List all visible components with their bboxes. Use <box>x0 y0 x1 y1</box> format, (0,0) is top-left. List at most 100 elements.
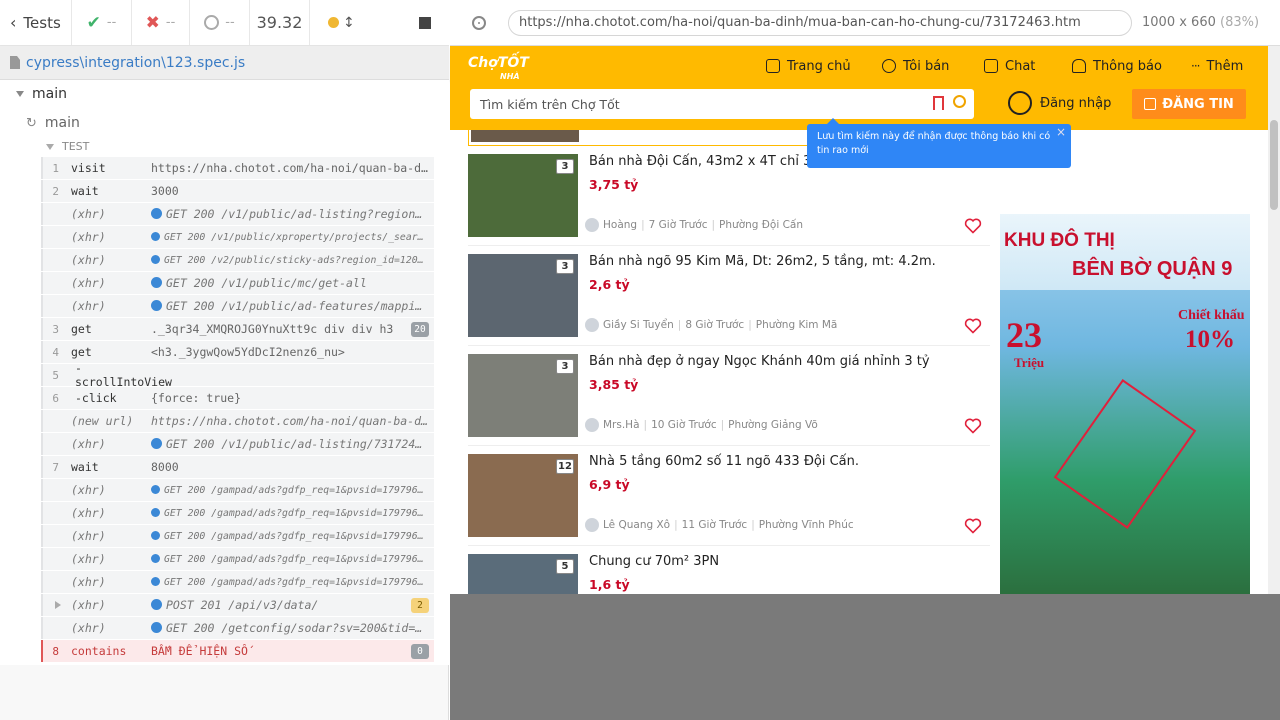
page-scrollbar[interactable] <box>1268 46 1280 594</box>
command-message: GET 200 /gampad/ads?gdfp_req=1&pvsid=179… <box>151 553 434 565</box>
image-count-badge: 12 <box>556 459 574 474</box>
listing-thumbnail[interactable]: 3 <box>468 154 578 237</box>
logo-subtext: NHÀ <box>500 72 520 81</box>
command-message: BẤM ĐỂ HIỆN SỐ <box>151 644 434 658</box>
listing-item[interactable]: 3 Bán nhà ngõ 95 Kim Mã, Dt: 26m2, 5 tầng… <box>468 246 990 346</box>
command-message-text: 8000 <box>151 460 179 474</box>
edit-icon <box>1144 98 1157 110</box>
nav-label: Tôi bán <box>903 58 950 74</box>
listing-item[interactable]: 12 Nhà 5 tầng 60m2 số 11 ngõ 433 Đội Cấn.… <box>468 446 990 546</box>
login-button[interactable]: Đăng nhập <box>1008 91 1111 115</box>
banner-price: 23 <box>1006 315 1042 355</box>
url-bar[interactable]: https://nha.chotot.com/ha-noi/quan-ba-di… <box>508 9 1132 36</box>
listing-thumbnail[interactable]: 3 <box>468 354 578 437</box>
viewport-info[interactable]: 1000 x 660 (83%) <box>1142 15 1259 30</box>
command-row[interactable]: 6 -click {force: true} <box>41 387 434 409</box>
command-event-row[interactable]: (xhr) POST 201 /api/v3/data/2 <box>41 594 434 616</box>
nav-sell[interactable]: Tôi bán <box>882 56 949 76</box>
check-icon: ✔ <box>86 12 101 33</box>
selector-playground-button[interactable] <box>450 15 508 30</box>
dots-icon: ··· <box>1191 59 1201 73</box>
command-row[interactable]: 2 wait 3000 <box>41 180 434 202</box>
command-row[interactable]: 1 visit https://nha.chotot.com/ha-noi/quan… <box>41 157 434 179</box>
listing-item[interactable]: 5 Chung cư 70m² 3PN 1,6 tỷ <box>468 546 990 594</box>
suite-root[interactable]: main <box>16 86 67 102</box>
command-message-text: https://nha.chotot.com/ha-noi/quan-ba-di… <box>151 161 434 175</box>
bookmark-icon[interactable] <box>933 96 944 110</box>
command-message-text: GET 200 /gampad/ads?gdfp_req=1&pvsid=179… <box>164 530 434 542</box>
command-row[interactable]: 7 wait 8000 <box>41 456 434 478</box>
bell-icon <box>1072 59 1086 73</box>
command-event-row[interactable]: (new url) https://nha.chotot.com/ha-noi/q… <box>41 410 434 432</box>
command-event-row[interactable]: (xhr) GET 200 /getconfig/sodar?sv=200&tid… <box>41 617 434 639</box>
command-event-row[interactable]: (xhr) GET 200 /v1/public/ad-listing/73172… <box>41 433 434 455</box>
command-row[interactable]: 4 get <h3._3ygwQow5YdDcI2nenz6_nu> <box>41 341 434 363</box>
chevron-left-icon: ‹ <box>10 13 17 32</box>
command-event-row[interactable]: (xhr) GET 200 /v1/public/ad-listing?regio… <box>41 203 434 225</box>
seller-name: Hoàng <box>603 219 638 231</box>
listing-title[interactable]: Chung cư 70m² 3PN <box>589 554 719 569</box>
listing-thumbnail[interactable]: 3 <box>468 254 578 337</box>
xhr-status-icon <box>151 300 162 311</box>
spec-path[interactable]: cypress\integration\123.spec.js <box>26 55 245 71</box>
listing-price: 6,9 tỷ <box>589 477 630 492</box>
auto-scroll-toggle[interactable]: ↕ <box>328 15 355 31</box>
command-message-text: POST 201 /api/v3/data/ <box>166 598 319 612</box>
posted-time: 8 Giờ Trước <box>685 319 745 331</box>
post-ad-button[interactable]: ĐĂNG TIN <box>1132 89 1246 119</box>
heart-icon[interactable] <box>964 318 982 334</box>
search-icon[interactable] <box>953 95 966 108</box>
chotot-logo[interactable]: ChợTỐT NHÀ <box>468 56 529 84</box>
command-name: -click <box>75 391 117 405</box>
command-event-row[interactable]: (xhr) GET 200 /gampad/ads?gdfp_req=1&pvsi… <box>41 479 434 501</box>
listing-price: 1,6 tỷ <box>589 577 630 592</box>
listing-item[interactable]: 3 Bán nhà đẹp ở ngay Ngọc Khánh 40m giá n… <box>468 346 990 446</box>
command-event-row[interactable]: (xhr) GET 200 /gampad/ads?gdfp_req=1&pvsi… <box>41 571 434 593</box>
command-event-row[interactable]: (xhr) GET 200 /v1/public/ad-features/mapp… <box>41 295 434 317</box>
listing-title[interactable]: Nhà 5 tầng 60m2 số 11 ngõ 433 Đội Cấn. <box>589 454 859 469</box>
scrollbar-thumb[interactable] <box>1270 120 1278 210</box>
suite-child[interactable]: ↻ main <box>26 115 80 131</box>
nav-home[interactable]: Trang chủ <box>766 56 851 76</box>
listing-meta: Hoàng | 7 Giờ Trước | Phường Đội Cấn <box>585 218 803 232</box>
tests-button[interactable]: ‹ Tests <box>0 0 72 45</box>
command-event-row[interactable]: (xhr) GET 200 /gampad/ads?gdfp_req=1&pvsi… <box>41 525 434 547</box>
nav-label: Trang chủ <box>787 58 851 74</box>
command-message: 8000 <box>151 460 434 474</box>
ad-banner[interactable]: KHU ĐÔ THỊ BÊN BỜ QUẬN 9 23 Triệu Chiết … <box>1000 214 1250 594</box>
listing-title[interactable]: Bán nhà ngõ 95 Kim Mã, Dt: 26m2, 5 tầng,… <box>589 254 936 269</box>
command-name: (new url) <box>71 414 134 428</box>
nav-notifications[interactable]: Thông báo <box>1072 56 1162 76</box>
command-row[interactable]: 8 contains BẤM ĐỂ HIỆN SỐ 0 <box>41 640 434 662</box>
heart-icon[interactable] <box>964 518 982 534</box>
command-event-row[interactable]: (xhr) GET 200 /v2/public/sticky-ads?regio… <box>41 249 434 271</box>
command-row[interactable]: 5 -scrollIntoView <box>41 361 434 389</box>
listing-title[interactable]: Bán nhà đẹp ở ngay Ngọc Khánh 40m giá nh… <box>589 354 930 369</box>
stop-icon[interactable] <box>419 16 431 29</box>
command-name: get <box>71 322 92 336</box>
listing-thumbnail[interactable]: 12 <box>468 454 578 537</box>
command-event-row[interactable]: (xhr) GET 200 /gampad/ads?gdfp_req=1&pvsi… <box>41 502 434 524</box>
failed-count: ✖ -- <box>132 0 190 45</box>
nav-more[interactable]: ··· Thêm <box>1191 56 1243 76</box>
close-icon[interactable]: × <box>1056 125 1066 139</box>
login-label: Đăng nhập <box>1040 95 1112 111</box>
command-message: GET 200 /gampad/ads?gdfp_req=1&pvsid=179… <box>151 530 434 542</box>
suite-child-title: main <box>44 115 80 131</box>
command-row[interactable]: 3 get ._3qr34_XMQROJG0YnuXtt9c div div h3 2… <box>41 318 434 340</box>
command-message-text: GET 200 /gampad/ads?gdfp_req=1&pvsid=179… <box>164 553 434 565</box>
command-event-row[interactable]: (xhr) GET 200 /v1/public/xproperty/projec… <box>41 226 434 248</box>
command-event-row[interactable]: (xhr) GET 200 /v1/public/mc/get-all <box>41 272 434 294</box>
expand-icon[interactable] <box>55 601 61 609</box>
command-event-row[interactable]: (xhr) GET 200 /gampad/ads?gdfp_req=1&pvsi… <box>41 548 434 570</box>
command-name: (xhr) <box>71 483 106 497</box>
command-message-text: GET 200 /v2/public/sticky-ads?region_id=… <box>164 254 434 266</box>
heart-icon[interactable] <box>964 218 982 234</box>
test-title[interactable]: TEST <box>46 140 89 153</box>
banner-line-2: BÊN BỜ QUẬN 9 <box>1072 258 1233 280</box>
banner-unit: Triệu <box>1014 355 1045 370</box>
heart-icon[interactable] <box>964 418 982 434</box>
search-input[interactable]: Tìm kiếm trên Chợ Tốt <box>470 89 974 119</box>
nav-chat[interactable]: Chat <box>984 56 1035 76</box>
listing-thumbnail[interactable]: 5 <box>468 554 578 594</box>
